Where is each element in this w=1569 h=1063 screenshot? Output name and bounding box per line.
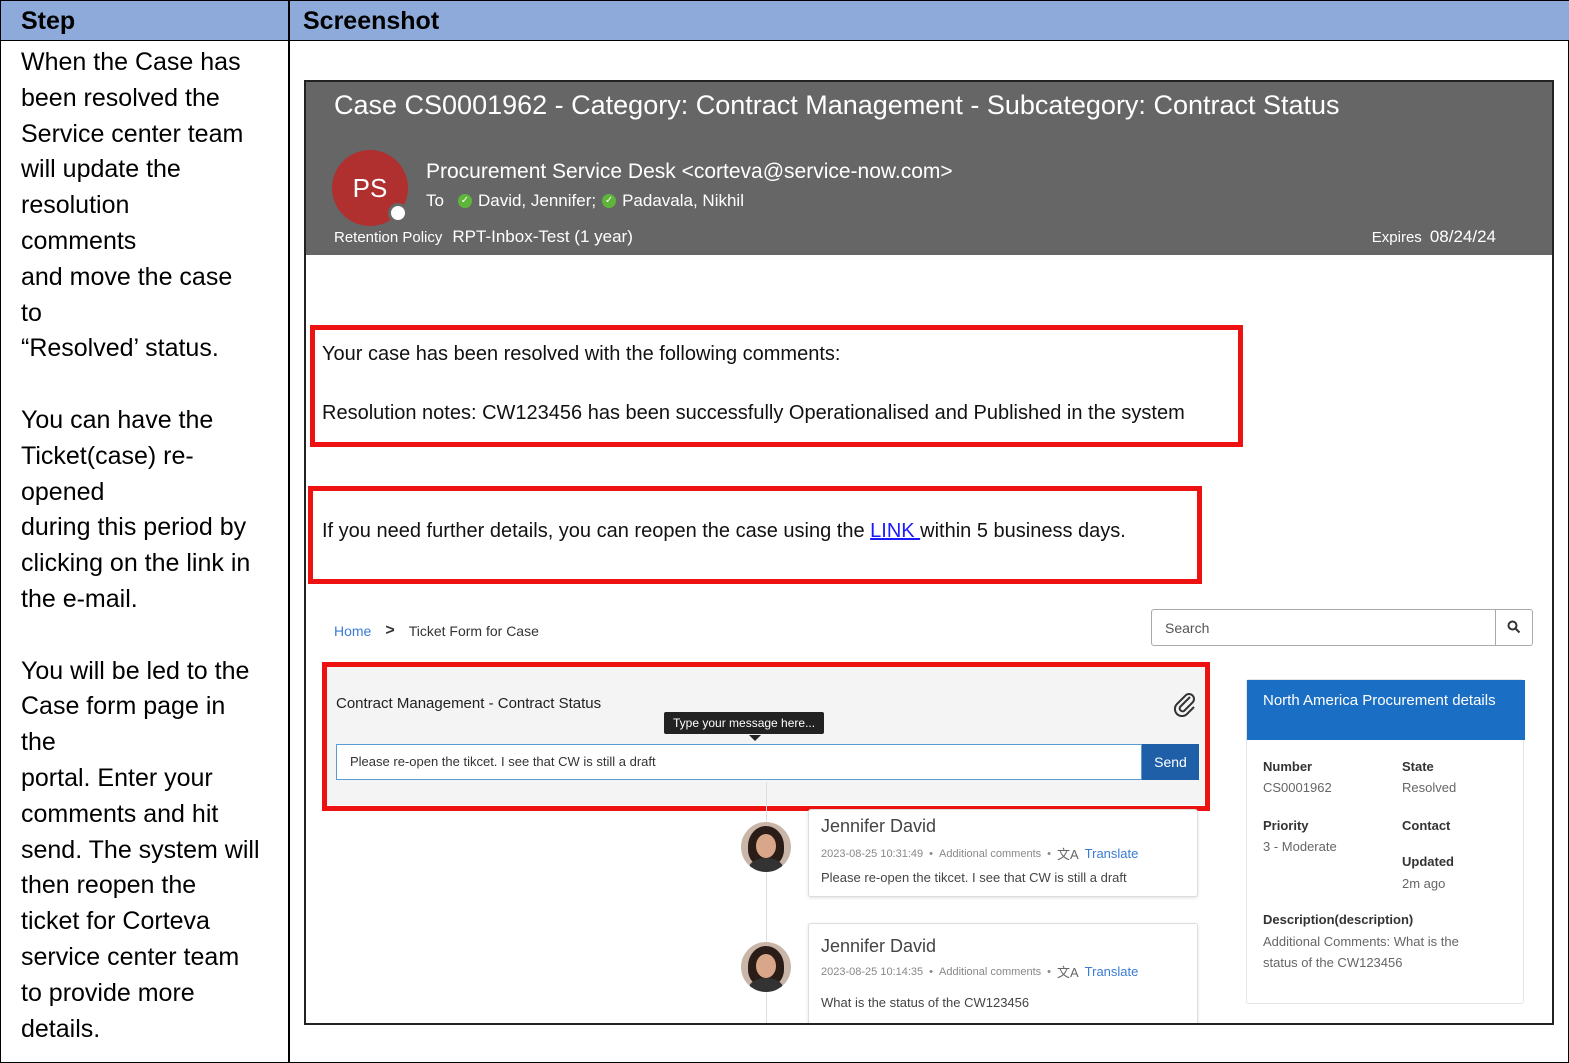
step-description: When the Case has been resolved the Serv… xyxy=(21,45,283,1047)
email-subject: Case CS0001962 - Category: Contract Mana… xyxy=(334,90,1340,120)
avatar xyxy=(741,822,791,872)
updated-value: 2m ago xyxy=(1402,876,1446,891)
priority-label: Priority xyxy=(1263,818,1309,833)
header-step: Step xyxy=(21,7,76,35)
description-line-2: status of the CW123456 xyxy=(1263,955,1403,970)
reopen-line: If you need further details, you can reo… xyxy=(322,520,1126,542)
email-header: Case CS0001962 - Category: Contract Mana… xyxy=(306,82,1552,255)
recipient-david[interactable]: David, Jennifer; xyxy=(478,191,596,211)
comment-timestamp: 2023-08-25 10:14:35 xyxy=(821,965,924,978)
description-label: Description(description) xyxy=(1263,912,1414,927)
comment-card: Jennifer David 2023-08-25 10:14:35 • Add… xyxy=(808,923,1198,1023)
details-panel: North America Procurement details Number… xyxy=(1246,679,1525,1004)
step-paragraph-portal: You will be led to the Case form page in… xyxy=(21,656,260,1043)
expires-value: 08/24/24 xyxy=(1429,227,1496,246)
comment-card: Jennifer David 2023-08-25 10:31:49 • Add… xyxy=(808,809,1198,897)
contact-label: Contact xyxy=(1402,818,1451,833)
comment-type: Additional comments xyxy=(939,847,1042,860)
breadcrumb-home[interactable]: Home xyxy=(334,623,371,639)
email-recipients: To ✓ David, Jennifer; ✓ Padavala, Nikhil xyxy=(426,191,744,211)
presence-icon xyxy=(388,203,408,223)
reopen-link[interactable]: LINK xyxy=(870,520,920,542)
expires-label: Expires xyxy=(1371,229,1422,246)
screenshot-frame: Case CS0001962 - Category: Contract Mana… xyxy=(304,80,1554,1025)
translate-icon: 文A xyxy=(1056,965,1079,980)
comment-meta: 2023-08-25 10:14:35 • Additional comment… xyxy=(821,964,1139,980)
updated-label: Updated xyxy=(1402,854,1454,869)
comment-timestamp: 2023-08-25 10:31:49 xyxy=(821,847,924,860)
comment-author: Jennifer David xyxy=(821,816,937,836)
check-icon: ✓ xyxy=(602,194,617,208)
comment-type: Additional comments xyxy=(939,965,1042,978)
email-sender[interactable]: Procurement Service Desk <corteva@servic… xyxy=(426,160,953,184)
resolved-line: Your case has been resolved with the fol… xyxy=(322,343,841,365)
description-line-1: Additional Comments: What is the xyxy=(1263,934,1459,949)
state-value: Resolved xyxy=(1402,780,1457,795)
priority-value: 3 - Moderate xyxy=(1263,839,1337,854)
details-title: North America Procurement details xyxy=(1247,680,1525,740)
comment-meta: 2023-08-25 10:31:49 • Additional comment… xyxy=(821,846,1139,862)
comment-text: What is the status of the CW123456 xyxy=(821,995,1030,1010)
recipient-padavala[interactable]: Padavala, Nikhil xyxy=(622,191,744,211)
breadcrumb: Home > Ticket Form for Case xyxy=(334,622,539,640)
table-header-row: Step Screenshot xyxy=(1,1,1569,41)
search-button[interactable] xyxy=(1495,610,1532,645)
avatar xyxy=(741,942,791,992)
retention-policy: Retention Policy RPT-Inbox-Test (1 year) xyxy=(334,227,633,247)
resolution-notes: Resolution notes: CW123456 has been succ… xyxy=(322,402,1185,424)
translate-icon: 文A xyxy=(1056,847,1079,862)
retention-value: RPT-Inbox-Test (1 year) xyxy=(452,227,633,246)
header-screenshot: Screenshot xyxy=(303,7,440,35)
breadcrumb-current: Ticket Form for Case xyxy=(408,623,539,639)
translate-link[interactable]: Translate xyxy=(1085,964,1139,979)
chevron-right-icon: > xyxy=(385,622,395,639)
column-divider xyxy=(288,1,290,1063)
to-label: To xyxy=(426,191,444,210)
number-label: Number xyxy=(1263,759,1313,774)
search-input[interactable]: Search xyxy=(1165,620,1209,636)
translate-link[interactable]: Translate xyxy=(1085,846,1139,861)
expires: Expires 08/24/24 xyxy=(1372,227,1496,247)
state-label: State xyxy=(1402,759,1434,774)
comment-text: Please re-open the tikcet. I see that CW… xyxy=(821,870,1127,885)
step-paragraph-resolved: When the Case has been resolved the Serv… xyxy=(21,48,244,363)
number-value: CS0001962 xyxy=(1263,780,1332,795)
retention-label: Retention Policy xyxy=(334,229,443,246)
search-icon xyxy=(1507,620,1521,634)
step-paragraph-reopen: You can have the Ticket(case) re- opened… xyxy=(21,405,251,613)
comment-author: Jennifer David xyxy=(821,936,937,956)
search-box[interactable]: Search xyxy=(1151,609,1533,646)
check-icon: ✓ xyxy=(457,194,472,208)
